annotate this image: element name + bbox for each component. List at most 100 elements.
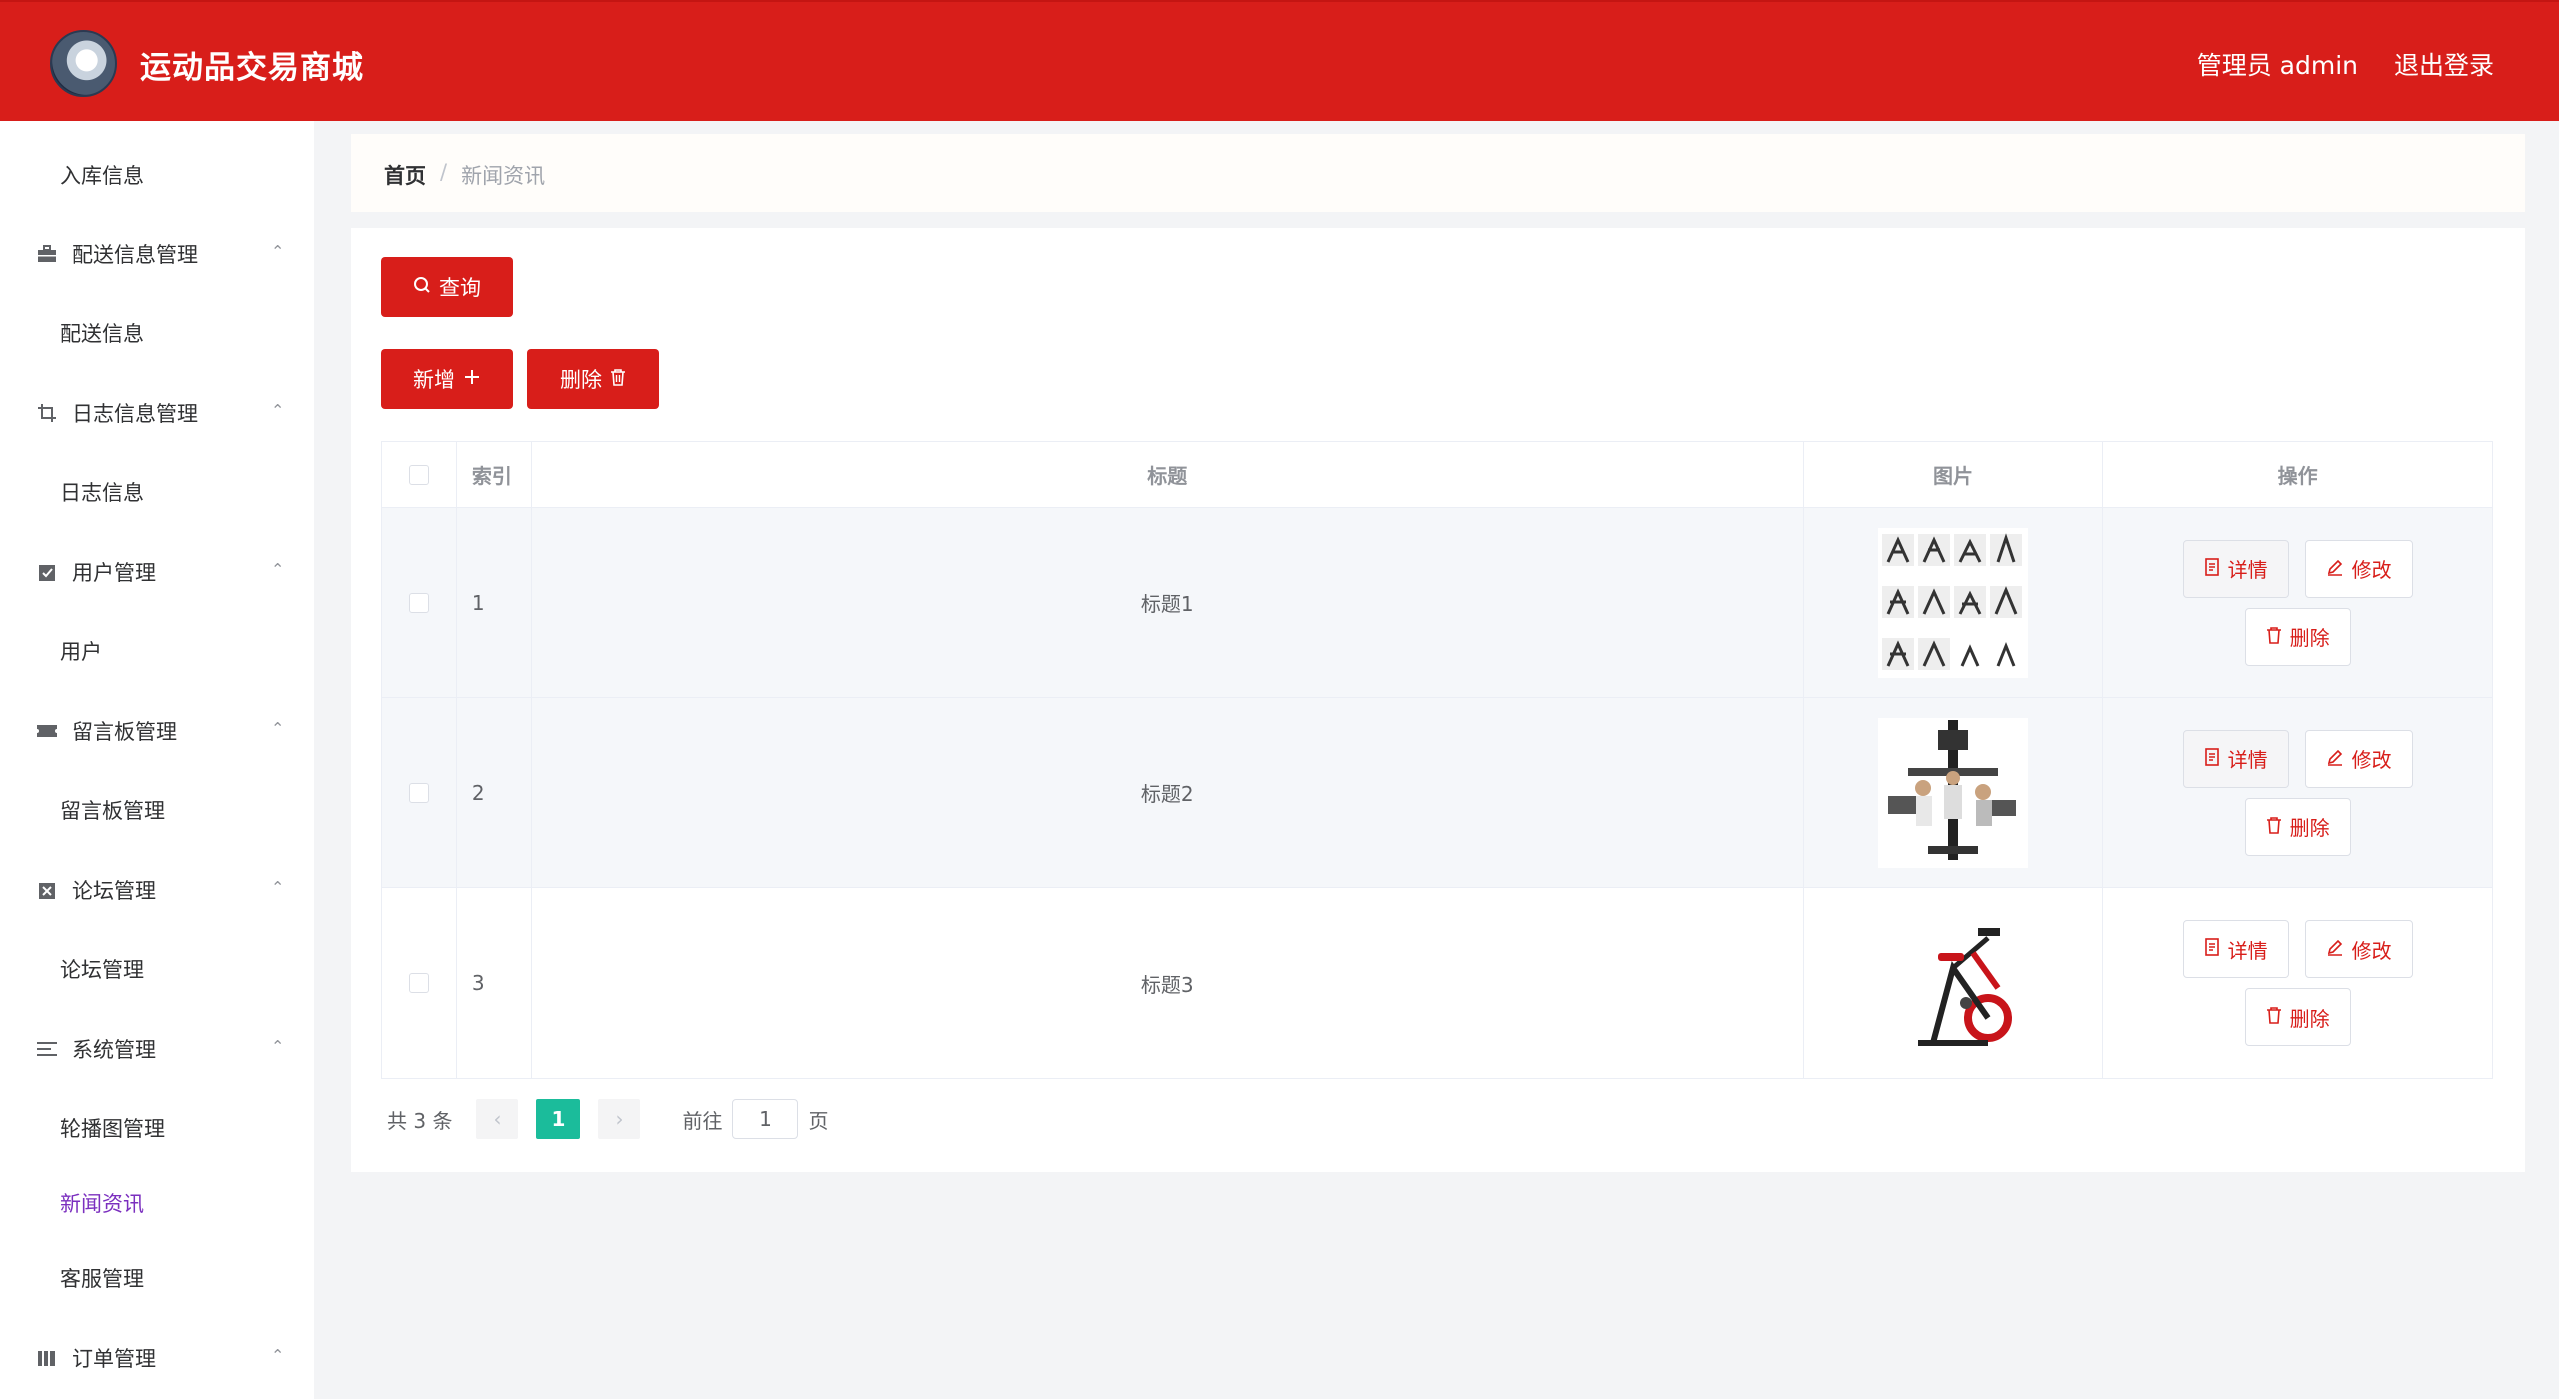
goto-page-input[interactable] <box>732 1099 799 1139</box>
admin-user-label[interactable]: 管理员 admin <box>2197 46 2358 82</box>
sidebar-group-system[interactable]: 系统管理 ⌄ <box>0 1014 314 1084</box>
sidebar-item-message-board[interactable]: 留言板管理 <box>0 775 314 845</box>
row-image-cell <box>1804 698 2104 887</box>
row-actions-cell: 详情 修改 删除 <box>2103 508 2492 697</box>
delete-button[interactable]: 删除 <box>2244 607 2351 666</box>
sidebar-item-label: 用户 <box>60 640 102 664</box>
briefcase-icon <box>36 243 58 265</box>
sidebar-group-delivery[interactable]: 配送信息管理 ⌄ <box>0 219 314 289</box>
pencil-icon <box>2326 557 2344 581</box>
sidebar-group-logs[interactable]: 日志信息管理 ⌄ <box>0 378 314 448</box>
chevron-up-icon: ⌄ <box>270 241 284 260</box>
chevron-up-icon: ⌄ <box>270 718 284 737</box>
app-title: 运动品交易商城 <box>140 50 364 86</box>
delete-button[interactable]: 删除 <box>2244 988 2351 1046</box>
content-panel: 查询 新增 删除 索引 标题 图片 操作 1 标题1 详情 修改 删除 2 标题… <box>351 228 2525 1172</box>
top-header: 运动品交易商城 管理员 admin 退出登录 <box>0 0 2559 121</box>
sidebar-item-label: 客服管理 <box>60 1267 144 1291</box>
add-button[interactable]: 新增 <box>381 349 513 409</box>
detail-label: 详情 <box>2227 748 2268 772</box>
goto-prefix: 前往 <box>682 1108 723 1133</box>
table-row: 1 标题1 详情 修改 删除 <box>382 508 2492 698</box>
search-icon <box>413 275 431 299</box>
sidebar-group-label: 日志信息管理 <box>72 402 198 426</box>
row-checkbox[interactable] <box>408 782 429 803</box>
sidebar-group-label: 留言板管理 <box>72 720 177 744</box>
cross-box-icon <box>36 879 58 901</box>
breadcrumb-bar: 首页 / 新闻资讯 <box>351 134 2525 212</box>
detail-label: 详情 <box>2227 938 2268 963</box>
row-actions-cell: 详情 修改 删除 <box>2103 698 2492 887</box>
sidebar-item-log-info[interactable]: 日志信息 <box>0 457 314 527</box>
detail-button[interactable]: 详情 <box>2182 920 2289 978</box>
edit-label: 修改 <box>2351 558 2392 582</box>
sidebar-item-label: 新闻资讯 <box>60 1192 144 1216</box>
pencil-icon <box>2326 937 2344 961</box>
breadcrumb: 首页 / 新闻资讯 <box>384 160 545 190</box>
chevron-up-icon: ⌄ <box>270 877 284 896</box>
add-button-label: 新增 <box>413 368 455 392</box>
sidebar-item-label: 论坛管理 <box>60 958 144 982</box>
table-row: 3 标题3 详情 修改 删除 <box>382 888 2492 1078</box>
logout-button[interactable]: 退出登录 <box>2394 46 2494 82</box>
sidebar-group-label: 用户管理 <box>72 561 156 585</box>
sidebar-group-forum[interactable]: 论坛管理 ⌄ <box>0 855 314 925</box>
search-button-label: 查询 <box>439 276 481 300</box>
next-page-button[interactable]: › <box>598 1099 641 1139</box>
row-checkbox-cell <box>382 888 457 1078</box>
delete-button[interactable]: 删除 <box>2244 797 2351 856</box>
chevron-right-icon: › <box>615 1107 624 1131</box>
delete-label: 删除 <box>2289 816 2330 840</box>
sidebar-group-label: 配送信息管理 <box>72 243 198 267</box>
delete-label: 删除 <box>2289 626 2330 650</box>
search-button[interactable]: 查询 <box>381 257 513 317</box>
plus-icon <box>463 367 481 391</box>
sidebar-group-orders[interactable]: 订单管理 ⌄ <box>0 1323 314 1393</box>
sidebar-group-users[interactable]: 用户管理 ⌄ <box>0 537 314 607</box>
pagination: 共 3 条 ‹ 1 › 前往 页 <box>387 1099 828 1139</box>
edit-button[interactable]: 修改 <box>2304 729 2413 788</box>
row-checkbox-cell <box>382 508 457 697</box>
row-checkbox-cell <box>382 698 457 887</box>
sidebar-item-label: 配送信息 <box>60 322 144 346</box>
sidebar-group-label: 订单管理 <box>72 1347 156 1371</box>
sidebar-item-delivery-info[interactable]: 配送信息 <box>0 298 314 368</box>
document-icon <box>2204 557 2220 581</box>
row-image-cell <box>1804 508 2104 697</box>
row-checkbox[interactable] <box>408 973 429 993</box>
sidebar-item-news[interactable]: 新闻资讯 <box>0 1168 314 1238</box>
row-title: 标题2 <box>532 698 1804 887</box>
chevron-up-icon: ⌄ <box>270 1345 284 1364</box>
edit-button[interactable]: 修改 <box>2304 539 2413 598</box>
sidebar-group-message-board[interactable]: 留言板管理 ⌄ <box>0 696 314 766</box>
books-icon <box>36 1347 58 1369</box>
prev-page-button[interactable]: ‹ <box>476 1099 519 1139</box>
row-title: 标题3 <box>532 888 1804 1078</box>
sidebar-item-stock-in[interactable]: 入库信息 <box>0 140 314 210</box>
row-actions-cell: 详情 修改 删除 <box>2103 888 2492 1078</box>
trash-icon <box>2266 625 2282 649</box>
sidebar: 入库信息 配送信息管理 ⌄ 配送信息 日志信息管理 ⌄ 日志信息 用户管理 ⌄ … <box>0 121 314 1399</box>
edit-button[interactable]: 修改 <box>2304 920 2413 978</box>
detail-button[interactable]: 详情 <box>2182 729 2289 788</box>
page-number-current[interactable]: 1 <box>536 1099 581 1139</box>
table-header: 索引 标题 图片 操作 <box>382 442 2492 508</box>
breadcrumb-home[interactable]: 首页 <box>384 160 426 190</box>
row-index: 3 <box>457 888 532 1078</box>
news-table: 索引 标题 图片 操作 1 标题1 详情 修改 删除 2 标题2 详情 修改 删… <box>381 441 2493 1079</box>
row-checkbox[interactable] <box>408 592 429 613</box>
sidebar-item-label: 留言板管理 <box>60 799 165 823</box>
detail-button[interactable]: 详情 <box>2182 539 2289 598</box>
total-count: 共 3 条 <box>387 1108 453 1133</box>
row-image-cell <box>1804 888 2104 1078</box>
header-actions: 操作 <box>2277 464 2318 488</box>
select-all-checkbox[interactable] <box>408 464 429 485</box>
sidebar-item-carousel[interactable]: 轮播图管理 <box>0 1093 314 1163</box>
sidebar-item-user[interactable]: 用户 <box>0 616 314 686</box>
batch-delete-button[interactable]: 删除 <box>527 349 659 409</box>
pencil-icon <box>2326 747 2344 771</box>
sidebar-item-customer-service[interactable]: 客服管理 <box>0 1243 314 1313</box>
document-icon <box>2204 937 2220 961</box>
row-index: 1 <box>457 508 532 697</box>
sidebar-item-forum[interactable]: 论坛管理 <box>0 934 314 1004</box>
